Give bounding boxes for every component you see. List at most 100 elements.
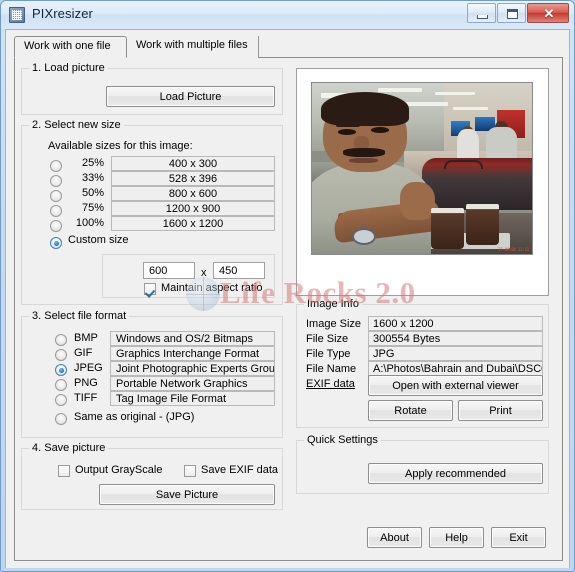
size-percent-label: 100%: [75, 217, 104, 229]
format-desc-gif[interactable]: Graphics Interchange Format: [110, 346, 275, 361]
file-size-value-field: 300554 Bytes: [368, 331, 543, 346]
button-label: Load Picture: [159, 90, 222, 103]
file-name-value: A:\Photos\Bahrain and Dubai\DSC0: [373, 362, 543, 375]
size-percent-label: 75%: [81, 202, 104, 214]
group-title-quick-settings: Quick Settings: [304, 434, 381, 446]
open-with-external-viewer-button[interactable]: Open with external viewer: [368, 375, 543, 396]
close-icon: ✕: [543, 6, 555, 21]
group-quick-settings: Quick Settings Apply recommended: [296, 434, 549, 494]
button-label: Print: [489, 404, 512, 417]
format-description: Windows and OS/2 Bitmaps: [116, 332, 253, 345]
tab-work-with-multiple-files[interactable]: Work with multiple files: [127, 36, 259, 58]
radio-size-100[interactable]: [50, 220, 62, 232]
button-label: Help: [445, 531, 468, 544]
size-value-100[interactable]: 1600 x 1200: [111, 216, 275, 231]
image-size-value-field: 1600 x 1200: [368, 316, 543, 331]
apply-recommended-button[interactable]: Apply recommended: [368, 463, 543, 484]
maintain-aspect-ratio-checkbox[interactable]: [144, 283, 156, 295]
format-description: Tag Image File Format: [116, 392, 227, 405]
radio-size-75[interactable]: [50, 205, 62, 217]
radio-format-same-as-original[interactable]: [55, 413, 67, 425]
size-dimensions: 800 x 600: [168, 187, 218, 200]
output-grayscale-label: Output GrayScale: [75, 464, 163, 476]
format-name-gif: GIF: [74, 347, 93, 359]
format-desc-bmp[interactable]: Windows and OS/2 Bitmaps: [110, 331, 275, 346]
radio-size-50[interactable]: [50, 190, 62, 202]
close-button[interactable]: ✕: [527, 3, 569, 23]
format-name-tiff: TIFF: [74, 392, 98, 404]
format-desc-jpeg[interactable]: Joint Photographic Experts Group: [110, 361, 275, 376]
custom-height-input[interactable]: 450: [213, 262, 265, 279]
button-label: Exit: [509, 531, 528, 544]
save-exif-data-checkbox[interactable]: [184, 465, 196, 477]
button-label: Save Picture: [155, 488, 219, 501]
format-name-png: PNG: [74, 377, 98, 389]
image-preview-frame[interactable]: 27-04-08 11:51: [296, 68, 549, 296]
file-size-value: 300554 Bytes: [373, 332, 441, 345]
tab-label: Work with one file: [24, 40, 111, 52]
file-size-label: File Size: [306, 333, 349, 345]
radio-size-25[interactable]: [50, 160, 62, 172]
image-size-value: 1600 x 1200: [373, 317, 434, 330]
custom-size-panel: 600 x 450 Maintain aspect ratio: [102, 254, 275, 298]
format-desc-tiff[interactable]: Tag Image File Format: [110, 391, 275, 406]
size-dimensions: 1200 x 900: [165, 202, 221, 215]
group-title-load-picture: 1. Load picture: [29, 62, 108, 74]
tab-label: Work with multiple files: [136, 39, 248, 51]
radio-custom-size[interactable]: [50, 237, 62, 249]
size-percent-label: 25%: [81, 157, 104, 169]
size-percent-label: 50%: [81, 187, 104, 199]
maintain-aspect-ratio-label: Maintain aspect ratio: [161, 282, 263, 294]
application-window: PIXresizer ✕ Work with one file Work wit…: [0, 0, 575, 572]
help-button[interactable]: Help: [429, 527, 484, 548]
group-title-save-picture: 4. Save picture: [29, 442, 109, 454]
about-button[interactable]: About: [367, 527, 422, 548]
format-name-bmp: BMP: [74, 332, 98, 344]
group-image-info: Image Info Image Size 1600 x 1200 File S…: [296, 298, 549, 428]
size-percent-label: 33%: [81, 172, 104, 184]
available-sizes-label: Available sizes for this image:: [48, 140, 193, 152]
size-value-50[interactable]: 800 x 600: [111, 186, 275, 201]
window-title: PIXresizer: [32, 6, 93, 21]
format-desc-png[interactable]: Portable Network Graphics: [110, 376, 275, 391]
maximize-button[interactable]: [497, 3, 526, 23]
output-grayscale-checkbox[interactable]: [58, 465, 70, 477]
minimize-icon: [477, 15, 488, 19]
size-dimensions: 400 x 300: [168, 157, 218, 170]
rotate-button[interactable]: Rotate: [368, 400, 453, 421]
save-picture-button[interactable]: Save Picture: [99, 484, 275, 505]
radio-format-bmp[interactable]: [55, 334, 67, 346]
tab-page-one-file: 1. Load picture Load Picture 2. Select n…: [14, 57, 563, 561]
size-dimensions: 1600 x 1200: [162, 217, 224, 230]
same-as-original-label: Same as original - (JPG): [74, 411, 195, 423]
size-value-33[interactable]: 528 x 396: [111, 171, 275, 186]
radio-size-33[interactable]: [50, 175, 62, 187]
group-title-image-info: Image Info: [304, 298, 362, 310]
radio-format-jpeg[interactable]: [55, 364, 67, 376]
group-title-select-file-format: 3. Select file format: [29, 310, 130, 322]
tab-work-with-one-file[interactable]: Work with one file: [14, 36, 127, 58]
button-label: Open with external viewer: [392, 379, 519, 392]
file-name-label: File Name: [306, 363, 357, 375]
group-save-picture: 4. Save picture Output GrayScale Save EX…: [21, 442, 283, 510]
group-title-select-new-size: 2. Select new size: [29, 119, 124, 131]
exif-data-link[interactable]: EXIF data: [306, 378, 355, 390]
exit-button[interactable]: Exit: [491, 527, 546, 548]
client-area: Work with one file Work with multiple fi…: [5, 29, 570, 568]
dimension-separator: x: [201, 267, 207, 279]
radio-format-png[interactable]: [55, 379, 67, 391]
button-label: Rotate: [394, 404, 427, 417]
size-value-75[interactable]: 1200 x 900: [111, 201, 275, 216]
image-size-label: Image Size: [306, 318, 362, 330]
format-name-jpeg: JPEG: [74, 362, 103, 374]
load-picture-button[interactable]: Load Picture: [106, 86, 275, 107]
file-type-value: JPG: [373, 347, 395, 360]
photo-timestamp: 27-04-08 11:51: [498, 247, 529, 252]
print-button[interactable]: Print: [458, 400, 543, 421]
minimize-button[interactable]: [467, 3, 496, 23]
radio-format-tiff[interactable]: [55, 394, 67, 406]
format-description: Joint Photographic Experts Group: [116, 362, 275, 375]
custom-width-input[interactable]: 600: [143, 262, 195, 279]
radio-format-gif[interactable]: [55, 349, 67, 361]
size-value-25[interactable]: 400 x 300: [111, 156, 275, 171]
